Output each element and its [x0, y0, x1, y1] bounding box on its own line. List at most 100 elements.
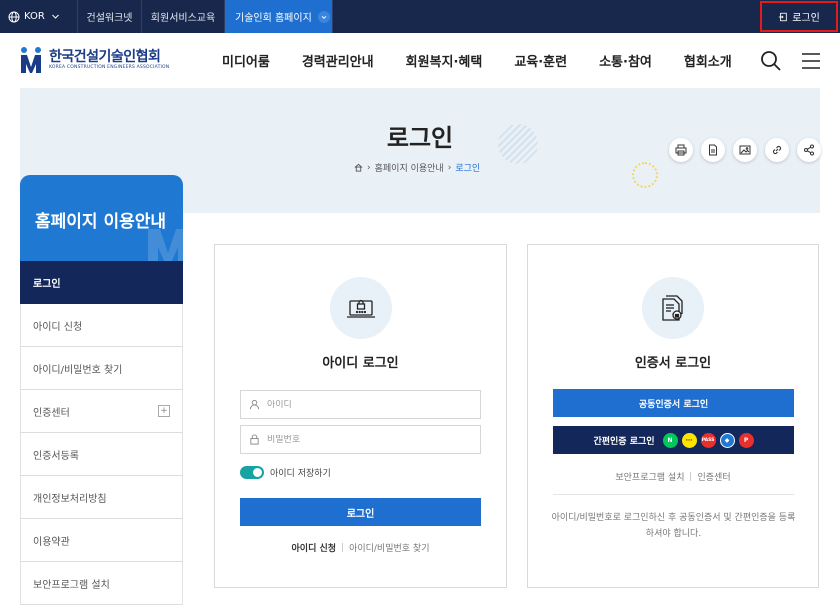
gnb-education[interactable]: 교육·훈련: [514, 51, 567, 70]
link-icon: [772, 145, 782, 155]
divider: [690, 472, 692, 481]
page-tools: [669, 138, 821, 162]
search-icon[interactable]: [760, 50, 782, 72]
lnb-item-label: 인증센터: [33, 407, 70, 419]
copy-link-button[interactable]: [765, 138, 789, 162]
image-save-button[interactable]: [733, 138, 757, 162]
lnb-item-label: 아이디 신청: [33, 321, 83, 333]
site-header: 한국건설기술인협회 KOREA CONSTRUCTION ENGINEERS A…: [0, 33, 840, 88]
language-selector[interactable]: KOR: [0, 0, 78, 33]
link-member-service-edu[interactable]: 회원서비스교육: [142, 0, 225, 33]
link-association-homepage-label: 기술인회 홈페이지: [235, 13, 312, 24]
site-logo[interactable]: 한국건설기술인협회 KOREA CONSTRUCTION ENGINEERS A…: [18, 45, 169, 75]
decorative-dotted-circle: [632, 162, 658, 188]
payco-icon: P: [738, 432, 754, 448]
language-label: KOR: [24, 11, 45, 22]
lnb-header: 홈페이지 이용안내: [20, 175, 183, 261]
joint-cert-login-button[interactable]: 공동인증서 로그인: [553, 389, 794, 417]
cert-login-panel: 인증서 로그인 공동인증서 로그인 간편인증 로그인 N ··· PASS ◆ …: [527, 244, 819, 588]
user-icon: [249, 399, 260, 410]
breadcrumb-current: 로그인: [455, 164, 481, 174]
top-login-button[interactable]: 로그인: [760, 1, 838, 32]
save-id-label: 아이디 저장하기: [270, 469, 331, 479]
lnb-item-label: 아이디/비밀번호 찾기: [33, 364, 123, 376]
id-login-links: 아이디 신청 아이디/비밀번호 찾기: [215, 541, 506, 554]
top-utility-bar: KOR 건설워크넷 회원서비스교육 기술인회 홈페이지 로그인: [0, 0, 840, 33]
cert-login-links: 보안프로그램 설치 인증센터: [528, 470, 818, 483]
save-id-toggle[interactable]: [240, 466, 264, 479]
logo-korean: 한국건설기술인협회: [49, 48, 161, 65]
id-login-title: 아이디 로그인: [322, 356, 399, 371]
breadcrumb-sep-icon: ›: [367, 162, 371, 173]
lnb-item-label: 로그인: [33, 278, 61, 290]
cert-divider-line: [553, 494, 794, 495]
link-association-homepage[interactable]: 기술인회 홈페이지: [225, 0, 333, 33]
lnb-item-login[interactable]: 로그인: [20, 261, 183, 304]
document-icon: [709, 144, 717, 156]
find-account-link[interactable]: 아이디/비밀번호 찾기: [349, 541, 429, 554]
password-input[interactable]: [267, 434, 467, 445]
pdf-button[interactable]: [701, 138, 725, 162]
logo-english: KOREA CONSTRUCTION ENGINEERS ASSOCIATION: [49, 64, 170, 70]
lnb-item-label: 인증서등록: [33, 450, 79, 462]
naver-icon: N: [662, 432, 678, 448]
security-program-link[interactable]: 보안프로그램 설치: [615, 470, 684, 483]
lnb-item-label: 개인정보처리방침: [33, 493, 107, 505]
pass-icon: PASS: [700, 432, 716, 448]
lnb-item-security-program[interactable]: 보안프로그램 설치: [20, 562, 183, 605]
lnb-item-privacy[interactable]: 개인정보처리방침: [20, 476, 183, 519]
logo-watermark-icon: [148, 229, 183, 261]
lnb-item-cert-register[interactable]: 인증서등록: [20, 433, 183, 476]
id-apply-link[interactable]: 아이디 신청: [292, 541, 337, 554]
home-icon[interactable]: [354, 163, 363, 172]
lnb-item-auth-center[interactable]: 인증센터 +: [20, 390, 183, 433]
chevron-down-circle-icon: [317, 10, 330, 23]
kcea-logo-mark: [21, 47, 41, 73]
gnb-media-room[interactable]: 미디어룸: [222, 51, 270, 70]
hamburger-menu-icon[interactable]: [801, 51, 821, 71]
breadcrumb: › 홈페이지 이용안내 › 로그인: [354, 161, 480, 174]
cert-login-icon-wrap: [642, 277, 704, 339]
share-button[interactable]: [797, 138, 821, 162]
global-nav: 미디어룸 경력관리안내 회원복지·혜택 교육·훈련 소통·참여 협회소개: [222, 33, 764, 88]
expand-plus-icon[interactable]: +: [158, 405, 170, 417]
lnb-item-terms[interactable]: 이용약관: [20, 519, 183, 562]
laptop-lock-icon: [347, 299, 375, 318]
login-icon: [779, 12, 787, 21]
id-login-icon-wrap: [330, 277, 392, 339]
simple-auth-login-button[interactable]: 간편인증 로그인 N ··· PASS ◆ P: [553, 426, 794, 454]
lnb-item-id-apply[interactable]: 아이디 신청: [20, 304, 183, 347]
cert-login-title: 인증서 로그인: [634, 356, 712, 371]
cert-notice-text: 아이디/비밀번호로 로그인하신 후 공동인증서 및 간편인증을 등록하셔야 합니…: [551, 513, 796, 539]
breadcrumb-item[interactable]: 홈페이지 이용안내: [375, 161, 444, 174]
certificate-document-icon: [662, 295, 683, 321]
divider: [342, 543, 344, 552]
globe-icon: [8, 11, 20, 22]
chevron-down-icon: [51, 14, 59, 19]
share-icon: [804, 144, 814, 156]
id-field: [240, 390, 481, 419]
kakao-icon: ···: [681, 432, 697, 448]
password-field: [240, 425, 481, 454]
login-button[interactable]: 로그인: [240, 498, 481, 526]
gnb-career[interactable]: 경력관리안내: [302, 51, 374, 70]
simple-auth-label: 간편인증 로그인: [593, 436, 655, 447]
lnb-item-find-account[interactable]: 아이디/비밀번호 찾기: [20, 347, 183, 390]
toss-icon: ◆: [719, 432, 735, 448]
logo-text: 한국건설기술인협회 KOREA CONSTRUCTION ENGINEERS A…: [49, 48, 170, 71]
lnb-item-label: 이용약관: [33, 536, 70, 548]
id-input[interactable]: [267, 399, 467, 410]
auth-center-link[interactable]: 인증센터: [697, 470, 730, 483]
image-icon: [739, 145, 751, 155]
gnb-about[interactable]: 협회소개: [684, 51, 732, 70]
link-construction-worknet[interactable]: 건설워크넷: [78, 0, 142, 33]
breadcrumb-sep-icon: ›: [447, 162, 452, 173]
gnb-welfare[interactable]: 회원복지·혜택: [406, 51, 483, 70]
print-icon: [675, 144, 687, 156]
toggle-knob: [253, 468, 262, 477]
id-login-panel: 아이디 로그인 아이디 저장하기 로그인 아이디 신청 아이디/비밀번호 찾기: [214, 244, 507, 588]
gnb-community[interactable]: 소통·참여: [599, 51, 652, 70]
lnb-item-label: 보안프로그램 설치: [33, 579, 110, 591]
lock-icon: [250, 434, 259, 445]
print-button[interactable]: [669, 138, 693, 162]
